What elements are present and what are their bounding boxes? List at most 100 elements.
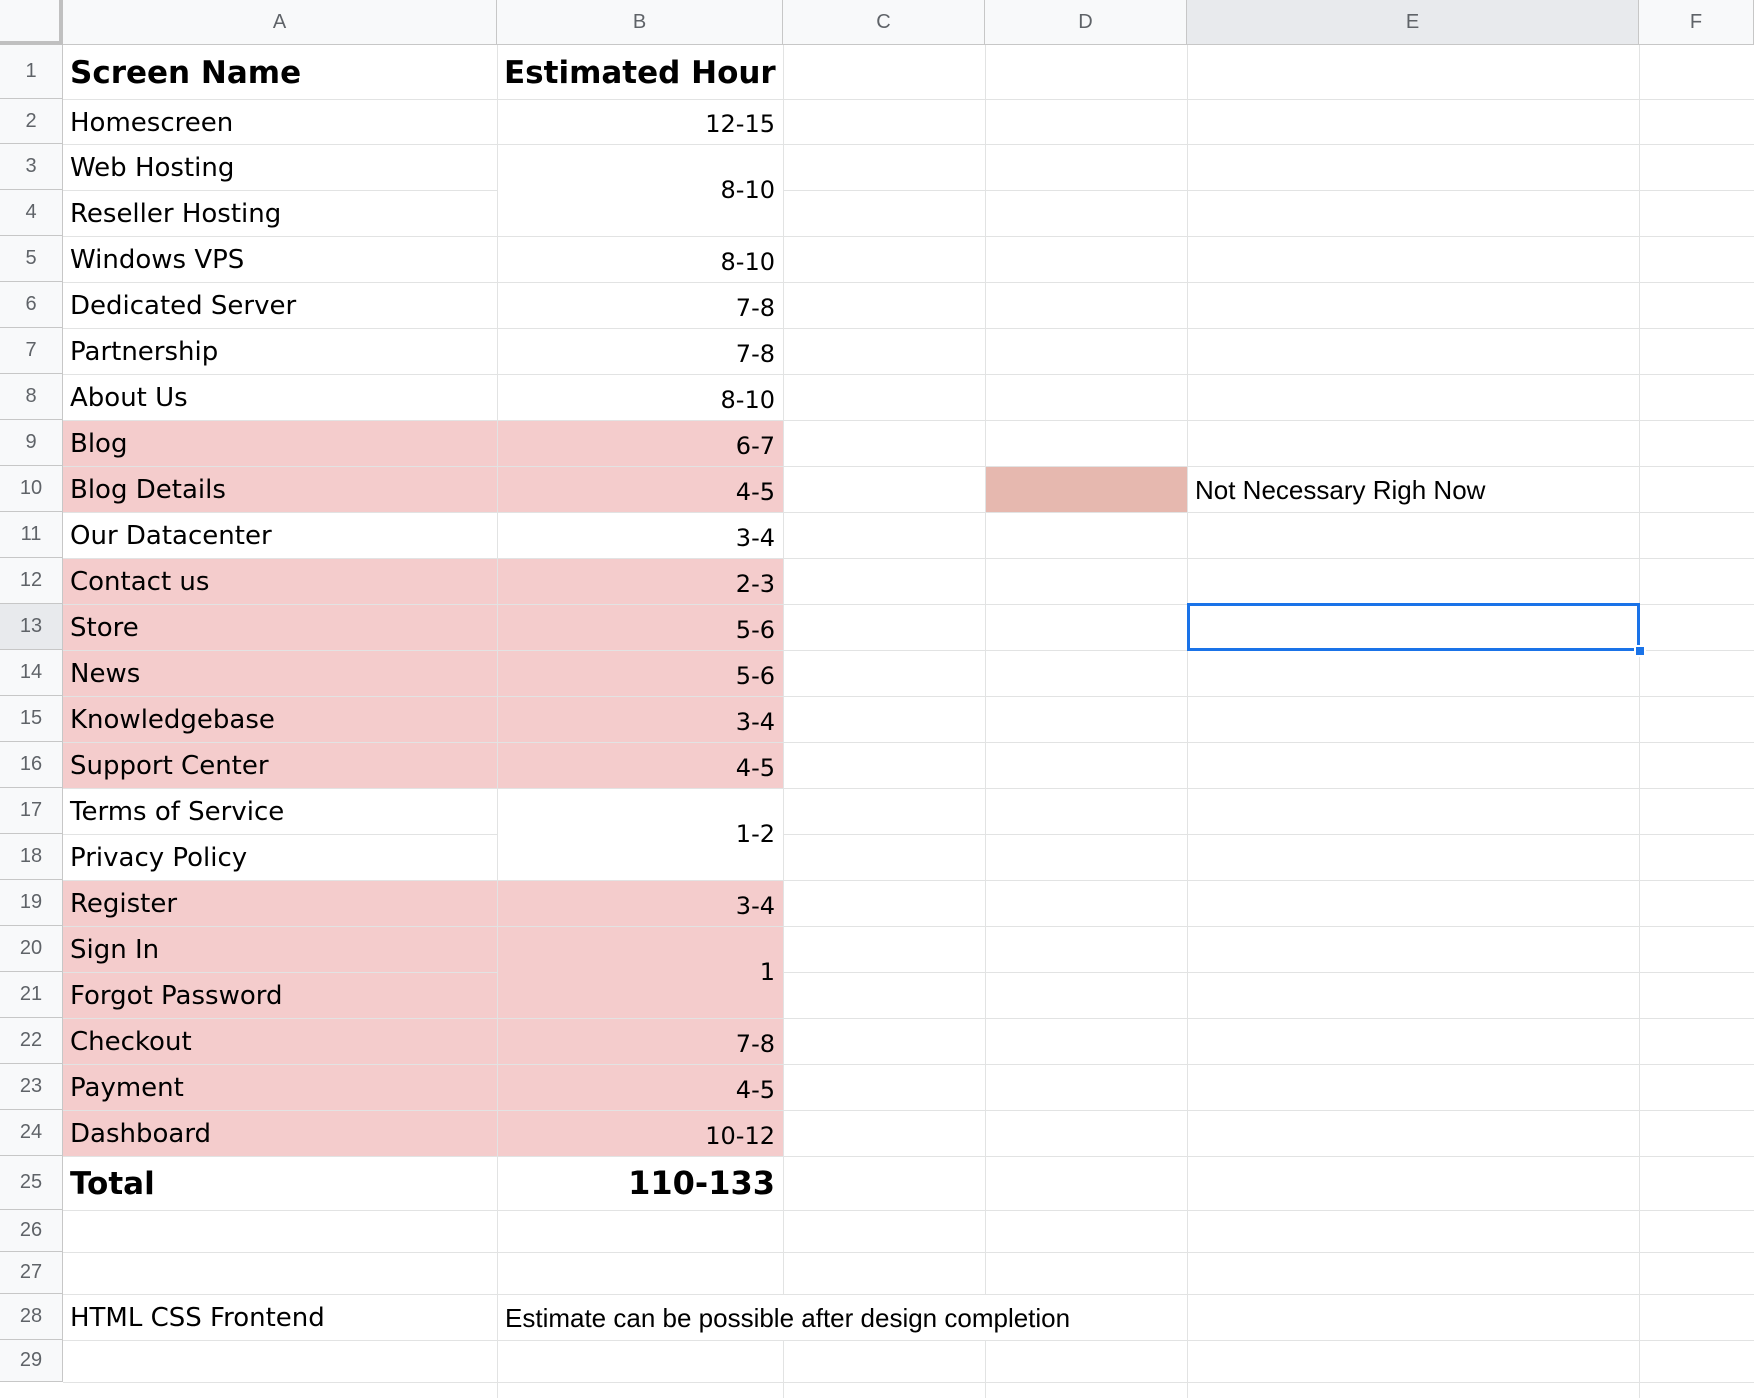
estimated-hour-cell[interactable]: 10-12 bbox=[497, 1110, 783, 1156]
row-header[interactable]: 7 bbox=[0, 328, 63, 374]
selection-fill-handle[interactable] bbox=[1634, 645, 1646, 657]
column-header-e[interactable]: E bbox=[1187, 0, 1639, 45]
row-header[interactable]: 25 bbox=[0, 1156, 63, 1210]
screen-name-cell[interactable]: Forgot Password bbox=[63, 972, 497, 1018]
row-header[interactable]: 8 bbox=[0, 374, 63, 420]
screen-name-cell[interactable]: Privacy Policy bbox=[63, 834, 497, 880]
screen-name-cell[interactable]: Dashboard bbox=[63, 1110, 497, 1156]
screen-name-cell[interactable]: Store bbox=[63, 604, 497, 650]
estimated-hour-cell[interactable]: 1 bbox=[497, 926, 783, 1018]
gridline bbox=[783, 972, 1754, 973]
estimated-hour-cell[interactable]: 7-8 bbox=[497, 328, 783, 374]
screen-name-cell[interactable]: Partnership bbox=[63, 328, 497, 374]
screen-name-cell[interactable]: Payment bbox=[63, 1064, 497, 1110]
gridline bbox=[63, 1252, 1754, 1253]
gridline bbox=[783, 834, 1754, 835]
row-header[interactable]: 2 bbox=[0, 99, 63, 144]
frontend-label[interactable]: HTML CSS Frontend bbox=[63, 1294, 497, 1340]
gridline bbox=[783, 45, 784, 1294]
row-header[interactable]: 13 bbox=[0, 604, 63, 650]
row-header[interactable]: 1 bbox=[0, 45, 63, 99]
gridline bbox=[1639, 45, 1640, 1398]
estimated-hour-cell[interactable]: 3-4 bbox=[497, 880, 783, 926]
gridline bbox=[63, 1340, 1754, 1341]
screen-name-cell[interactable]: Dedicated Server bbox=[63, 282, 497, 328]
row-header[interactable]: 22 bbox=[0, 1018, 63, 1064]
screen-name-cell[interactable]: Support Center bbox=[63, 742, 497, 788]
row-header[interactable]: 28 bbox=[0, 1294, 63, 1340]
estimated-hour-cell[interactable]: 4-5 bbox=[497, 742, 783, 788]
header-estimated-hour[interactable]: Estimated Hour bbox=[497, 45, 783, 99]
row-header[interactable]: 26 bbox=[0, 1210, 63, 1252]
column-header-f[interactable]: F bbox=[1639, 0, 1754, 45]
screen-name-cell[interactable]: Register bbox=[63, 880, 497, 926]
gridline bbox=[985, 45, 986, 1294]
gridline bbox=[63, 1210, 1754, 1211]
row-header[interactable]: 20 bbox=[0, 926, 63, 972]
screen-name-cell[interactable]: Blog bbox=[63, 420, 497, 466]
screen-name-cell[interactable]: Homescreen bbox=[63, 99, 497, 144]
row-header[interactable]: 15 bbox=[0, 696, 63, 742]
row-header[interactable]: 19 bbox=[0, 880, 63, 926]
gridline bbox=[783, 190, 1754, 191]
estimated-hour-cell[interactable]: 12-15 bbox=[497, 99, 783, 144]
column-header-d[interactable]: D bbox=[985, 0, 1187, 45]
estimated-hour-cell[interactable]: 6-7 bbox=[497, 420, 783, 466]
row-header[interactable]: 3 bbox=[0, 144, 63, 190]
screen-name-cell[interactable]: Terms of Service bbox=[63, 788, 497, 834]
estimated-hour-cell[interactable]: 7-8 bbox=[497, 1018, 783, 1064]
gridline bbox=[63, 1382, 1754, 1383]
total-label[interactable]: Total bbox=[63, 1156, 497, 1210]
active-cell-selection[interactable] bbox=[1187, 603, 1640, 651]
row-header[interactable]: 14 bbox=[0, 650, 63, 696]
screen-name-cell[interactable]: Sign In bbox=[63, 926, 497, 972]
row-header[interactable]: 10 bbox=[0, 466, 63, 512]
row-header[interactable]: 23 bbox=[0, 1064, 63, 1110]
row-header[interactable]: 16 bbox=[0, 742, 63, 788]
row-header[interactable]: 5 bbox=[0, 236, 63, 282]
screen-name-cell[interactable]: Web Hosting bbox=[63, 144, 497, 190]
spreadsheet-grid[interactable]: A B C D E F 1 2 3 4 5 6 7 8 9 10 11 12 13 14 15 16 17 18 19 20 21 2… bbox=[0, 0, 1754, 1398]
estimated-hour-cell[interactable]: 8-10 bbox=[497, 236, 783, 282]
screen-name-cell[interactable]: Reseller Hosting bbox=[63, 190, 497, 236]
total-value[interactable]: 110-133 bbox=[497, 1156, 783, 1210]
row-header[interactable]: 4 bbox=[0, 190, 63, 236]
select-all-corner[interactable] bbox=[0, 0, 63, 45]
column-header-c[interactable]: C bbox=[783, 0, 985, 45]
screen-name-cell[interactable]: Windows VPS bbox=[63, 236, 497, 282]
frontend-note[interactable]: Estimate can be possible after design co… bbox=[497, 1294, 1187, 1340]
estimated-hour-cell[interactable]: 8-10 bbox=[497, 144, 783, 236]
gridline bbox=[783, 1340, 784, 1398]
screen-name-cell[interactable]: Knowledgebase bbox=[63, 696, 497, 742]
header-screen-name[interactable]: Screen Name bbox=[63, 45, 497, 99]
row-header[interactable]: 11 bbox=[0, 512, 63, 558]
row-header[interactable]: 29 bbox=[0, 1340, 63, 1382]
row-header[interactable]: 18 bbox=[0, 834, 63, 880]
row-header[interactable]: 9 bbox=[0, 420, 63, 466]
row-header[interactable]: 6 bbox=[0, 282, 63, 328]
row-header[interactable]: 27 bbox=[0, 1252, 63, 1294]
screen-name-cell[interactable]: Checkout bbox=[63, 1018, 497, 1064]
row-header[interactable]: 21 bbox=[0, 972, 63, 1018]
estimated-hour-cell[interactable]: 4-5 bbox=[497, 1064, 783, 1110]
legend-label[interactable]: Not Necessary Righ Now bbox=[1187, 466, 1639, 512]
row-header[interactable]: 17 bbox=[0, 788, 63, 834]
screen-name-cell[interactable]: News bbox=[63, 650, 497, 696]
screen-name-cell[interactable]: Blog Details bbox=[63, 466, 497, 512]
estimated-hour-cell[interactable]: 8-10 bbox=[497, 374, 783, 420]
column-header-a[interactable]: A bbox=[63, 0, 497, 45]
estimated-hour-cell[interactable]: 5-6 bbox=[497, 650, 783, 696]
screen-name-cell[interactable]: Contact us bbox=[63, 558, 497, 604]
estimated-hour-cell[interactable]: 1-2 bbox=[497, 788, 783, 880]
estimated-hour-cell[interactable]: 2-3 bbox=[497, 558, 783, 604]
estimated-hour-cell[interactable]: 7-8 bbox=[497, 282, 783, 328]
column-header-b[interactable]: B bbox=[497, 0, 783, 45]
estimated-hour-cell[interactable]: 3-4 bbox=[497, 512, 783, 558]
screen-name-cell[interactable]: About Us bbox=[63, 374, 497, 420]
row-header[interactable]: 12 bbox=[0, 558, 63, 604]
estimated-hour-cell[interactable]: 5-6 bbox=[497, 604, 783, 650]
screen-name-cell[interactable]: Our Datacenter bbox=[63, 512, 497, 558]
row-header[interactable]: 24 bbox=[0, 1110, 63, 1156]
estimated-hour-cell[interactable]: 3-4 bbox=[497, 696, 783, 742]
estimated-hour-cell[interactable]: 4-5 bbox=[497, 466, 783, 512]
